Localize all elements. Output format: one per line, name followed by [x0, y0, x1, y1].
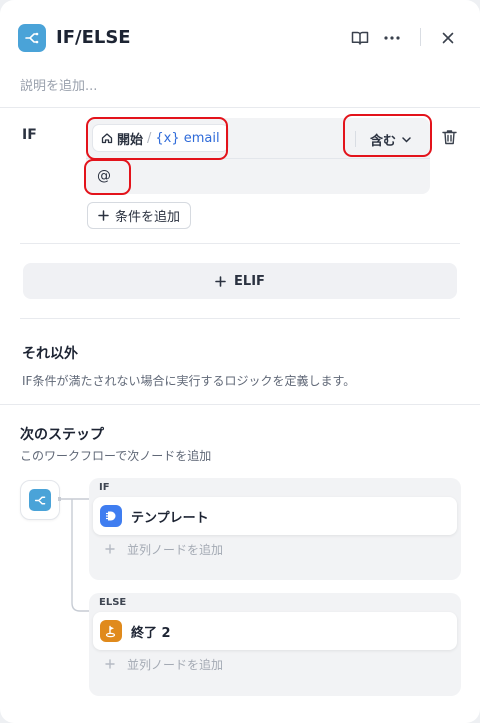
branch-node-name: 終了 2 — [131, 625, 171, 641]
add-elif-button[interactable]: ELIF — [23, 263, 457, 299]
add-parallel-node[interactable]: 並列ノードを追加 — [105, 536, 223, 562]
condition-divider — [86, 158, 430, 159]
add-parallel-label: 並列ノードを追加 — [127, 657, 224, 672]
if-divider — [20, 243, 460, 244]
condition-value-input[interactable]: @ — [97, 168, 111, 184]
else-title: それ以外 — [22, 346, 78, 362]
header-divider — [0, 107, 480, 108]
panel-title: IF/ELSE — [56, 27, 131, 48]
plus-icon — [105, 544, 115, 554]
book-icon[interactable] — [348, 26, 372, 50]
current-node-thumb — [20, 480, 60, 520]
trash-icon — [441, 130, 457, 145]
add-parallel-label: 並列ノードを追加 — [127, 542, 224, 557]
else-description: IF条件が満たされない場合に実行するロジックを定義します。 — [22, 374, 356, 388]
elif-label: ELIF — [234, 273, 265, 289]
branch-label: IF — [99, 482, 110, 493]
operator-separator — [355, 131, 356, 147]
source-node-name: 開始 — [117, 132, 144, 148]
variable-chip[interactable]: 開始 / {x} email — [93, 125, 228, 151]
end-node[interactable]: 終了 2 — [93, 612, 457, 650]
more-options-icon[interactable] — [380, 26, 404, 50]
close-icon[interactable] — [436, 26, 460, 50]
operator-value: 含む — [370, 134, 397, 149]
add-condition-button[interactable]: 条件を追加 — [87, 202, 192, 229]
else-divider — [0, 404, 480, 405]
delete-condition-button[interactable] — [438, 125, 460, 149]
path-separator: / — [147, 130, 152, 146]
end-flag-icon — [100, 620, 122, 642]
branch-label: ELSE — [99, 597, 127, 608]
else-branch: ELSE 終了 2 並列ノードを追加 — [89, 593, 461, 696]
add-condition-label: 条件を追加 — [115, 210, 181, 225]
next-step-title: 次のステップ — [20, 427, 104, 443]
template-node[interactable]: テンプレート — [93, 497, 457, 535]
ifelse-node-icon — [29, 489, 51, 511]
operator-select[interactable]: 含む — [370, 130, 411, 149]
if-branch: IF テンプレート 並列ノードを追加 — [89, 478, 461, 580]
branch-node-name: テンプレート — [131, 510, 209, 526]
plus-icon — [105, 659, 115, 669]
plus-icon — [98, 210, 109, 221]
add-parallel-node[interactable]: 並列ノードを追加 — [105, 651, 223, 677]
ifelse-panel: IF/ELSE 説明を追加... IF 開始 / {x} email 含む @ … — [0, 0, 480, 723]
description-input[interactable]: 説明を追加... — [20, 75, 97, 94]
next-step-description: このワークフローで次ノードを追加 — [20, 449, 212, 463]
template-icon — [100, 505, 122, 527]
variable-name: {x} email — [155, 130, 220, 146]
header-separator — [420, 28, 421, 46]
if-label: IF — [22, 127, 37, 143]
home-icon — [101, 133, 113, 144]
elif-divider — [20, 318, 460, 319]
plus-icon — [215, 275, 226, 287]
ifelse-node-icon — [18, 24, 46, 52]
chevron-down-icon — [402, 136, 411, 143]
